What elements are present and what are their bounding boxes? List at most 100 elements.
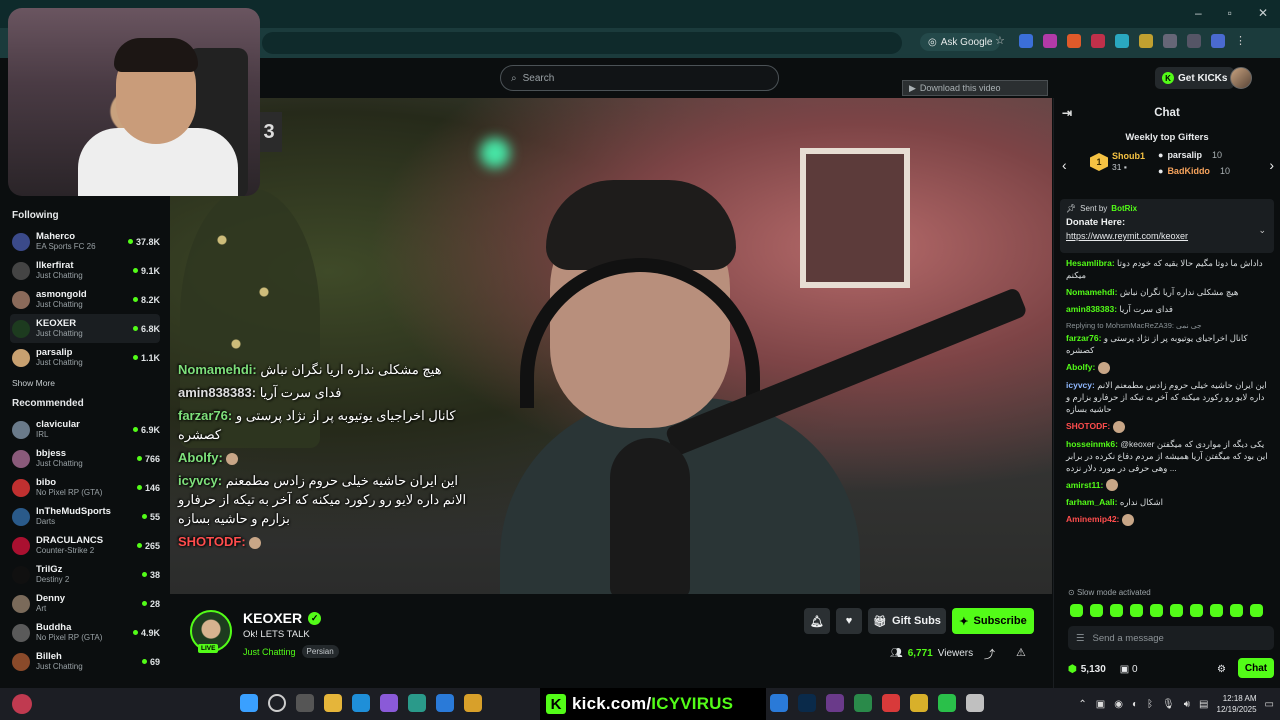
copilot-icon[interactable] — [380, 694, 398, 712]
extension-icon[interactable] — [1091, 34, 1105, 48]
network-icon[interactable]: ▤ — [1199, 699, 1208, 710]
chat-message-input[interactable]: ☰ Send a message — [1068, 626, 1274, 650]
search-icon[interactable] — [268, 694, 286, 712]
chrome-icon[interactable] — [464, 694, 482, 712]
bluetooth-icon[interactable]: ᛒ — [1147, 699, 1153, 710]
chevron-right-icon[interactable]: › — [1269, 157, 1274, 173]
minimize-icon[interactable]: – — [1195, 6, 1202, 20]
chat-username[interactable]: hosseinmk6: — [1066, 439, 1118, 449]
emote-icon[interactable] — [1110, 604, 1123, 617]
chat-username[interactable]: farzar76: — [1066, 333, 1101, 343]
emoji-picker-icon[interactable]: ☰ — [1076, 633, 1085, 644]
puzzle-icon[interactable] — [1163, 34, 1177, 48]
url-field[interactable] — [262, 32, 902, 54]
app-icon[interactable] — [882, 694, 900, 712]
chrome-icon[interactable] — [966, 694, 984, 712]
chat-username[interactable]: Hesamlibra: — [1066, 258, 1115, 268]
donate-link[interactable]: https://www.reymit.com/keoxer — [1066, 231, 1268, 241]
chat-username[interactable]: amirst11: — [1066, 480, 1103, 490]
photoshop-icon[interactable] — [798, 694, 816, 712]
app-icon[interactable]: ◉ — [1114, 699, 1123, 710]
sidebar-channel-item[interactable]: InTheMudSports Darts 55 — [10, 502, 160, 531]
sidebar-channel-item[interactable]: parsalip Just Chatting 1.1K — [10, 343, 160, 372]
chevron-left-icon[interactable]: ‹ — [1062, 157, 1067, 173]
chat-username[interactable]: farham_Aali: — [1066, 497, 1118, 507]
show-more-link[interactable]: Show More — [12, 378, 160, 388]
emote-icon[interactable] — [1250, 604, 1263, 617]
mic-icon[interactable]: 🎙︎ — [1162, 699, 1175, 710]
clock[interactable]: 12:18 AM 12/19/2025 — [1217, 693, 1257, 715]
extension-icon[interactable] — [1115, 34, 1129, 48]
close-icon[interactable]: ✕ — [1258, 6, 1268, 20]
star-icon[interactable]: ☆ — [995, 34, 1009, 48]
chat-username[interactable]: Aminemip42: — [1066, 514, 1119, 524]
share-icon[interactable]: ⤴ — [984, 646, 995, 662]
follow-button[interactable]: ♥ — [836, 608, 862, 634]
chat-username[interactable]: icyvcy: — [1066, 380, 1095, 390]
collapse-chat-icon[interactable]: ⇥ — [1062, 106, 1072, 120]
settings-gear-icon[interactable]: ⚙ — [1217, 664, 1226, 675]
extension-icon[interactable] — [1211, 34, 1225, 48]
emote-icon[interactable] — [1090, 604, 1103, 617]
download-video-button[interactable]: ▶ Download this video — [902, 80, 1048, 96]
extension-icon[interactable] — [1187, 34, 1201, 48]
emote-icon[interactable] — [1210, 604, 1223, 617]
app-icon[interactable]: ▣ — [1096, 699, 1105, 710]
sidebar-channel-item[interactable]: Denny Art 28 — [10, 589, 160, 618]
file-explorer-icon[interactable] — [324, 694, 342, 712]
obs-icon[interactable] — [826, 694, 844, 712]
get-kicks-button[interactable]: K Get KICKs — [1155, 67, 1235, 89]
language-tag[interactable]: Persian — [301, 645, 339, 658]
chat-username[interactable]: amin838383: — [1066, 304, 1117, 314]
volume-icon[interactable]: 🔊︎ — [1184, 699, 1190, 710]
sidebar-channel-item[interactable]: bbjess Just Chatting 766 — [10, 444, 160, 473]
extension-icon[interactable] — [1043, 34, 1057, 48]
notification-button[interactable]: 🔔︎ — [804, 608, 830, 634]
restore-icon[interactable]: ▫ — [1228, 6, 1232, 20]
kicks-balance[interactable]: ⬢ 5,130 — [1068, 664, 1106, 675]
mail-icon[interactable] — [436, 694, 454, 712]
chat-username[interactable]: Nomamehdi: — [1066, 287, 1117, 297]
emote-icon[interactable] — [1170, 604, 1183, 617]
task-view-icon[interactable] — [296, 694, 314, 712]
subscribe-button[interactable]: ✦ Subscribe — [952, 608, 1034, 634]
sidebar-channel-item[interactable]: Maherco EA Sports FC 26 37.8K — [10, 227, 160, 256]
user-avatar[interactable] — [1230, 67, 1252, 89]
emote-icon[interactable] — [1130, 604, 1143, 617]
sidebar-channel-item[interactable]: TrilGz Destiny 2 38 — [10, 560, 160, 589]
send-chat-button[interactable]: Chat — [1238, 658, 1274, 678]
video-player[interactable]: 3 Nomamehdi: هیچ مشکلی نداره اریا نگران … — [170, 98, 1052, 594]
emote-icon[interactable] — [1190, 604, 1203, 617]
category-link[interactable]: Just Chatting — [243, 647, 296, 657]
sidebar-channel-item[interactable]: DRACULANCS Counter-Strike 2 265 — [10, 531, 160, 560]
sidebar-channel-item[interactable]: clavicular IRL 6.9K — [10, 415, 160, 444]
extension-icon[interactable] — [1139, 34, 1153, 48]
app-icon[interactable] — [12, 694, 32, 714]
emote-icon[interactable] — [1150, 604, 1163, 617]
vscode-icon[interactable] — [770, 694, 788, 712]
chevron-up-icon[interactable]: ⌃ — [1078, 699, 1086, 710]
app-icon[interactable] — [408, 694, 426, 712]
emote-icon[interactable] — [1230, 604, 1243, 617]
sidebar-channel-item[interactable]: asmongold Just Chatting 8.2K — [10, 285, 160, 314]
inventory-count[interactable]: ▣ 0 — [1120, 664, 1138, 675]
windows-start-icon[interactable] — [240, 694, 258, 712]
sidebar-channel-item[interactable]: Billeh Just Chatting 69 — [10, 647, 160, 676]
ask-google-button[interactable]: ◎ Ask Google — [920, 33, 1001, 51]
whatsapp-icon[interactable] — [938, 694, 956, 712]
sidebar-channel-item[interactable]: KEOXER Just Chatting 6.8K — [10, 314, 160, 343]
search-input[interactable]: ⌕ Search — [500, 65, 779, 91]
app-icon[interactable]: ◐ — [1132, 699, 1138, 710]
chevron-down-icon[interactable]: ⌄ — [1258, 225, 1266, 236]
chat-username[interactable]: Abolfy: — [1066, 362, 1095, 372]
chat-username[interactable]: SHOTODF: — [1066, 421, 1110, 431]
app-icon[interactable] — [854, 694, 872, 712]
notification-icon[interactable]: ▭ — [1265, 699, 1274, 710]
chrome-icon[interactable] — [910, 694, 928, 712]
sidebar-channel-item[interactable]: Buddha No Pixel RP (GTA) 4.9K — [10, 618, 160, 647]
gift-subs-button[interactable]: 🎁︎ Gift Subs — [868, 608, 946, 634]
extension-icon[interactable] — [1067, 34, 1081, 48]
channel-name[interactable]: KEOXER ✓ — [243, 610, 322, 626]
edge-icon[interactable] — [352, 694, 370, 712]
sidebar-channel-item[interactable]: bibo No Pixel RP (GTA) 146 — [10, 473, 160, 502]
